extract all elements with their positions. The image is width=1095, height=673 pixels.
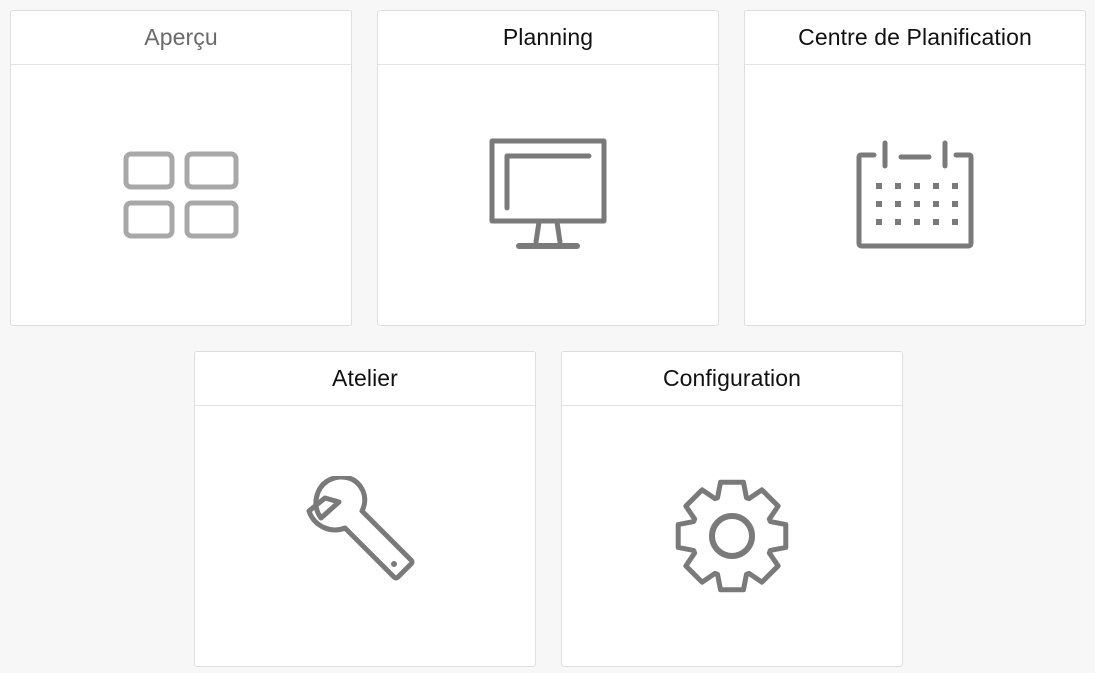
monitor-icon (489, 138, 607, 249)
tile-title: Planning (378, 11, 718, 65)
tile-title: Configuration (562, 352, 902, 406)
tile-configuration[interactable]: Configuration (561, 351, 903, 667)
grid-icon (123, 151, 239, 239)
tile-planning[interactable]: Planning (377, 10, 719, 326)
tile-title: Centre de Planification (745, 11, 1085, 65)
tile-centre-planification[interactable]: Centre de Planification (744, 10, 1086, 326)
tile-atelier[interactable]: Atelier (194, 351, 536, 667)
tile-apercu[interactable]: Aperçu (10, 10, 352, 326)
calendar-icon (856, 140, 974, 249)
tile-title: Aperçu (11, 11, 351, 65)
wrench-icon (306, 476, 415, 581)
tile-title: Atelier (195, 352, 535, 406)
gear-icon (675, 479, 789, 593)
